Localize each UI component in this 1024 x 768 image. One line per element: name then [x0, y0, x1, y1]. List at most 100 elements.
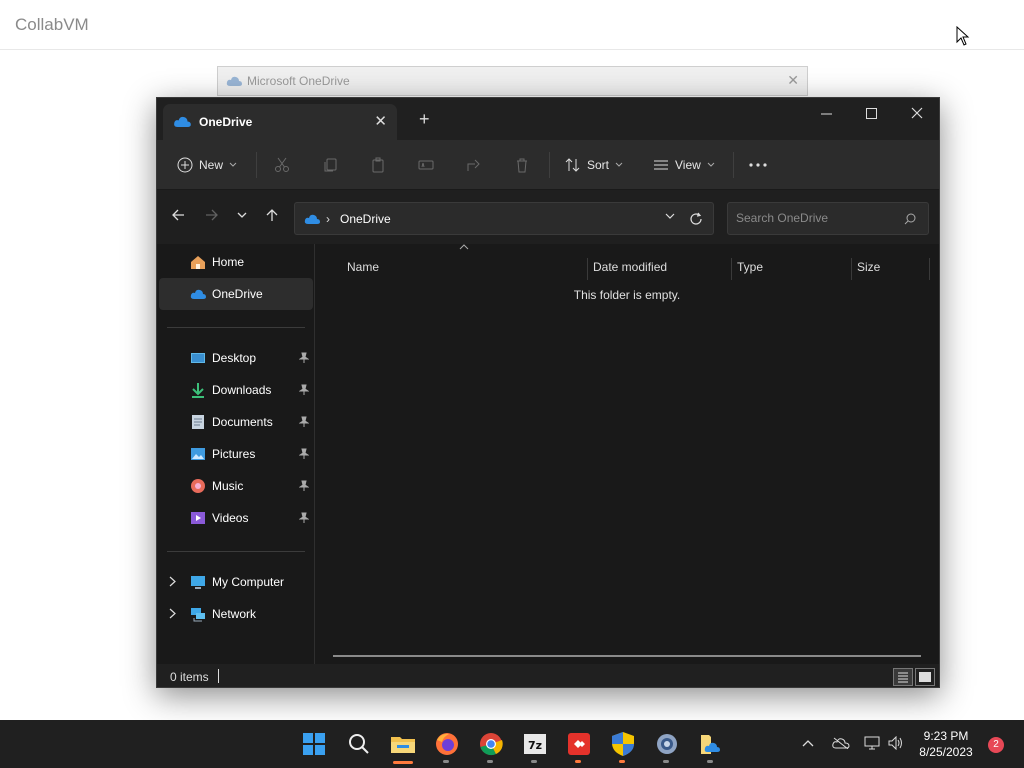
- address-dropdown-icon[interactable]: [665, 213, 675, 220]
- sidebar-item-label: Videos: [212, 511, 249, 525]
- firefox-icon: [436, 733, 458, 755]
- maximize-icon: [865, 107, 877, 119]
- refresh-icon[interactable]: [689, 212, 703, 226]
- sidebar-item-onedrive[interactable]: OneDrive: [159, 278, 313, 310]
- maximize-button[interactable]: [848, 98, 894, 128]
- taskbar: 7z 9:23 PM 8/25/2023 2: [0, 720, 1024, 768]
- sidebar-item-home[interactable]: Home: [159, 246, 313, 278]
- column-divider[interactable]: [731, 258, 732, 280]
- address-row: › OneDrive: [157, 190, 939, 244]
- column-header-date-modified[interactable]: Date modified: [591, 254, 731, 284]
- settings-icon: [657, 734, 677, 754]
- column-divider[interactable]: [929, 258, 930, 280]
- pin-icon[interactable]: [299, 352, 309, 364]
- new-tab-icon[interactable]: +: [419, 109, 430, 130]
- column-header-type[interactable]: Type: [735, 254, 847, 284]
- delete-button[interactable]: [514, 140, 530, 190]
- taskbar-onedrive-folder[interactable]: [697, 730, 725, 763]
- new-button[interactable]: New: [177, 140, 237, 190]
- sidebar-item-videos[interactable]: Videos: [159, 502, 313, 534]
- pin-icon[interactable]: [299, 512, 309, 524]
- new-button-label: New: [199, 158, 224, 172]
- up-arrow-icon[interactable]: [265, 208, 279, 222]
- taskbar-file-explorer[interactable]: [389, 730, 417, 764]
- paste-button[interactable]: [370, 140, 386, 190]
- taskbar-chrome[interactable]: [477, 730, 505, 763]
- toolbar-divider: [256, 152, 257, 178]
- search-input[interactable]: [736, 211, 896, 225]
- column-header-name[interactable]: Name: [345, 254, 585, 284]
- videos-icon: [191, 512, 205, 524]
- computer-icon: [191, 576, 205, 589]
- column-header-size[interactable]: Size: [855, 254, 929, 284]
- brand-title: CollabVM: [15, 15, 89, 34]
- sidebar-item-label: Home: [212, 255, 245, 269]
- sidebar-item-pictures[interactable]: Pictures: [159, 438, 313, 470]
- tiles-view-button[interactable]: [915, 668, 935, 686]
- more-options-button[interactable]: [749, 140, 767, 190]
- search-box[interactable]: [727, 202, 929, 235]
- column-divider[interactable]: [587, 258, 588, 280]
- share-button[interactable]: [466, 140, 482, 190]
- navigation-pane: Home OneDrive Desktop Downloads Document…: [157, 244, 315, 664]
- scissors-icon: [275, 157, 289, 172]
- sort-button-label: Sort: [587, 158, 610, 172]
- notification-badge[interactable]: 2: [988, 737, 1004, 753]
- horizontal-scrollbar[interactable]: [333, 655, 921, 657]
- address-bar[interactable]: › OneDrive: [294, 202, 714, 235]
- chevron-right-icon[interactable]: [169, 608, 176, 619]
- taskbar-search-button[interactable]: [345, 730, 373, 758]
- start-button[interactable]: [300, 730, 328, 758]
- show-hidden-icons-icon[interactable]: [802, 739, 814, 747]
- chevron-right-icon[interactable]: [169, 576, 176, 587]
- pin-icon[interactable]: [299, 448, 309, 460]
- view-button[interactable]: View: [653, 140, 715, 190]
- taskbar-anydesk[interactable]: [565, 730, 593, 763]
- tab-onedrive[interactable]: OneDrive ✕: [163, 104, 397, 140]
- clipboard-icon: [372, 157, 384, 173]
- sidebar-item-desktop[interactable]: Desktop: [159, 342, 313, 374]
- pin-icon[interactable]: [299, 480, 309, 492]
- more-dots-icon: [749, 163, 767, 167]
- copy-button[interactable]: [322, 140, 338, 190]
- pin-icon[interactable]: [299, 416, 309, 428]
- volume-icon[interactable]: [888, 736, 904, 750]
- sort-ascending-icon: [459, 244, 469, 250]
- system-clock[interactable]: 9:23 PM 8/25/2023: [914, 728, 978, 760]
- recent-locations-chevron-icon[interactable]: [237, 212, 247, 219]
- forward-arrow-icon[interactable]: [205, 208, 219, 222]
- background-window-close-icon[interactable]: ✕: [787, 72, 799, 89]
- taskbar-firefox[interactable]: [433, 730, 461, 763]
- network-status-icon[interactable]: [864, 736, 880, 750]
- pin-icon[interactable]: [299, 384, 309, 396]
- tiles-view-icon: [919, 672, 931, 682]
- sort-button[interactable]: Sort: [565, 140, 623, 190]
- minimize-button[interactable]: [803, 98, 849, 128]
- sidebar-item-network[interactable]: Network: [159, 598, 313, 630]
- tab-close-icon[interactable]: ✕: [374, 112, 387, 130]
- sidebar-item-my-computer[interactable]: My Computer: [159, 566, 313, 598]
- start-icon: [303, 733, 325, 755]
- breadcrumb-onedrive[interactable]: OneDrive: [340, 212, 391, 226]
- sidebar-item-music[interactable]: Music: [159, 470, 313, 502]
- sort-icon: [565, 158, 580, 172]
- cut-button[interactable]: [274, 140, 290, 190]
- onedrive-offline-icon[interactable]: [832, 737, 850, 749]
- sidebar-item-downloads[interactable]: Downloads: [159, 374, 313, 406]
- running-indicator: [707, 760, 713, 763]
- close-button[interactable]: [894, 98, 939, 128]
- taskbar-settings[interactable]: [653, 730, 681, 763]
- taskbar-7zip[interactable]: 7z: [521, 730, 549, 763]
- back-arrow-icon[interactable]: [171, 208, 185, 222]
- status-separator: [218, 669, 219, 683]
- rename-button[interactable]: [418, 140, 434, 190]
- sidebar-item-documents[interactable]: Documents: [159, 406, 313, 438]
- taskbar-security-shield[interactable]: [609, 730, 637, 763]
- column-header-label: Date modified: [593, 260, 668, 274]
- details-view-button[interactable]: [893, 668, 913, 686]
- clock-date: 8/25/2023: [919, 745, 973, 759]
- minimize-icon: [820, 113, 832, 114]
- column-divider[interactable]: [851, 258, 852, 280]
- background-onedrive-window[interactable]: Microsoft OneDrive ✕: [217, 66, 808, 96]
- sidebar-item-label: Pictures: [212, 447, 256, 461]
